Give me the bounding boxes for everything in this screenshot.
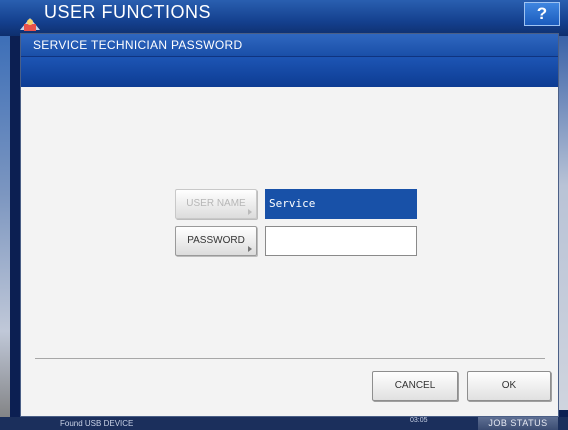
divider (35, 358, 545, 359)
left-panel-edge (0, 36, 10, 430)
dialog-title: SERVICE TECHNICIAN PASSWORD (33, 38, 243, 52)
top-bar: USER FUNCTIONS ? (0, 0, 568, 36)
cancel-button[interactable]: CANCEL (372, 371, 458, 401)
password-button[interactable]: PASSWORD (175, 226, 257, 256)
status-message: Found USB DEVICE (60, 419, 134, 428)
user-functions-icon (20, 18, 40, 31)
password-field[interactable] (265, 226, 417, 256)
job-status-button[interactable]: JOB STATUS (478, 417, 558, 430)
user-name-button: USER NAME (175, 189, 257, 219)
status-clock: 03:05 (410, 417, 428, 424)
help-button[interactable]: ? (524, 2, 560, 26)
arrow-icon (248, 209, 252, 215)
password-label: PASSWORD (187, 235, 245, 246)
password-dialog: SERVICE TECHNICIAN PASSWORD USER NAME Se… (20, 33, 559, 417)
dialog-title-bar: SERVICE TECHNICIAN PASSWORD (21, 34, 558, 57)
ok-button[interactable]: OK (467, 371, 551, 401)
arrow-icon (248, 246, 252, 252)
user-name-label: USER NAME (186, 198, 246, 209)
dialog-header-band (21, 57, 558, 87)
user-name-field: Service (265, 189, 417, 219)
app-title: USER FUNCTIONS (44, 2, 212, 22)
